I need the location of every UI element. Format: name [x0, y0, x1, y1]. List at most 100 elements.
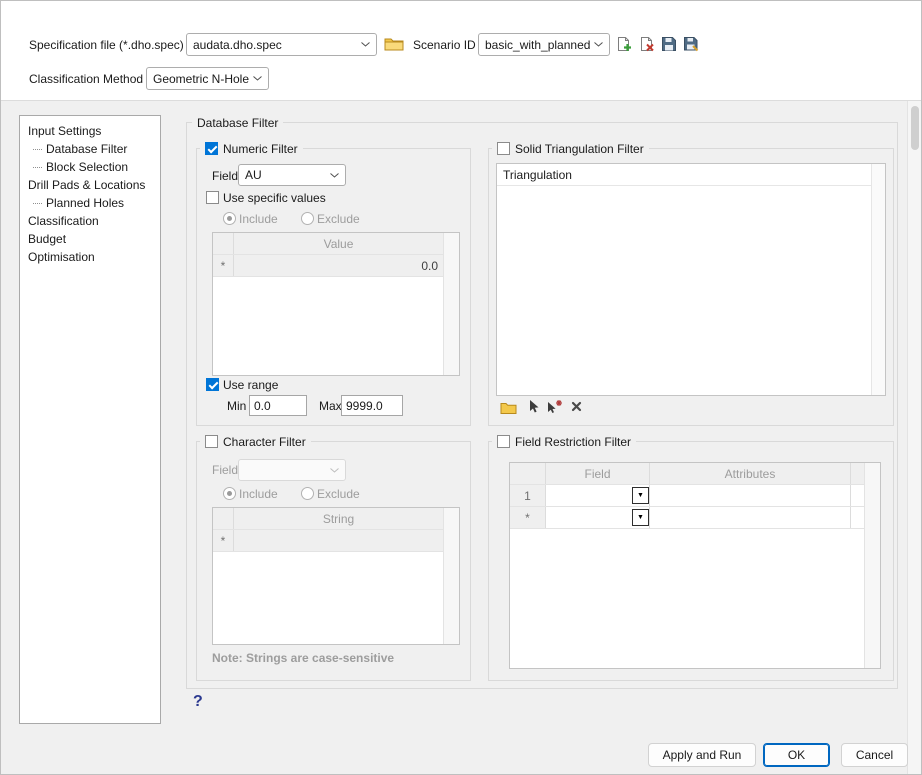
- table-row[interactable]: 1: [510, 485, 864, 507]
- field-restriction-filter-checkbox[interactable]: [497, 435, 510, 448]
- character-field-label: Field: [212, 463, 238, 477]
- numeric-filter-title: Numeric Filter: [200, 141, 303, 156]
- scrollbar-thumb[interactable]: [911, 106, 919, 150]
- triangulation-list-body[interactable]: [497, 186, 871, 395]
- table-scrollbar[interactable]: [864, 463, 880, 668]
- numeric-values-table: Value * 0.0: [212, 232, 460, 376]
- value-cell[interactable]: 0.0: [234, 255, 443, 276]
- cancel-button[interactable]: Cancel: [841, 743, 908, 767]
- numeric-values-header-row: Value: [213, 233, 443, 255]
- solid-triangulation-filter-label: Solid Triangulation Filter: [515, 142, 644, 156]
- corner-cell: [213, 508, 234, 529]
- load-triangulation-button[interactable]: [498, 400, 518, 416]
- character-filter-label: Character Filter: [223, 435, 306, 449]
- min-input[interactable]: [249, 395, 307, 416]
- chevron-down-icon: [361, 42, 370, 47]
- character-include-label: Include: [239, 487, 278, 501]
- character-exclude-label: Exclude: [317, 487, 360, 501]
- use-range-checkbox[interactable]: [206, 378, 219, 391]
- field-cell[interactable]: [546, 507, 650, 528]
- sidebar-item-input-settings[interactable]: Input Settings: [20, 122, 160, 140]
- field-restriction-filter-title: Field Restriction Filter: [492, 434, 636, 449]
- attributes-column-header: Attributes: [650, 463, 851, 484]
- select-triangulation-button[interactable]: [527, 398, 541, 415]
- case-sensitive-note: Note: Strings are case-sensitive: [212, 651, 394, 665]
- solid-triangulation-filter-checkbox[interactable]: [497, 142, 510, 155]
- dropdown-arrow-icon[interactable]: [632, 509, 649, 526]
- max-input[interactable]: [341, 395, 403, 416]
- use-specific-values-checkbox[interactable]: [206, 191, 219, 204]
- save-as-icon: [683, 36, 699, 52]
- character-include-radio[interactable]: [223, 487, 236, 500]
- new-scenario-button[interactable]: [613, 34, 633, 54]
- attributes-cell[interactable]: [650, 485, 851, 506]
- use-specific-values-label: Use specific values: [223, 191, 326, 205]
- help-link[interactable]: ?: [193, 693, 203, 711]
- vertical-scrollbar[interactable]: [907, 101, 922, 775]
- chevron-down-icon: [330, 173, 339, 178]
- scenario-id-combobox[interactable]: basic_with_plannedH: [478, 33, 610, 56]
- row-header-cell: *: [213, 530, 234, 551]
- remove-triangulation-button[interactable]: [570, 400, 583, 413]
- apply-and-run-button[interactable]: Apply and Run: [648, 743, 756, 767]
- classification-method-label: Classification Method: [29, 72, 143, 86]
- spec-file-value: audata.dho.spec: [193, 38, 282, 52]
- dropdown-arrow-icon[interactable]: [632, 487, 649, 504]
- value-column-header: Value: [234, 233, 443, 254]
- corner-cell: [510, 463, 546, 484]
- save-scenario-button[interactable]: [659, 34, 679, 54]
- field-column-header: Field: [546, 463, 650, 484]
- character-exclude-radio[interactable]: [301, 487, 314, 500]
- table-scrollbar[interactable]: [443, 508, 459, 644]
- numeric-filter-label: Numeric Filter: [223, 142, 298, 156]
- sidebar-item-drill-pads-locations[interactable]: Drill Pads & Locations: [20, 176, 160, 194]
- solid-triangulation-filter-title: Solid Triangulation Filter: [492, 141, 649, 156]
- sidebar-item-classification[interactable]: Classification: [20, 212, 160, 230]
- table-empty-area: [213, 277, 443, 375]
- character-filter-checkbox[interactable]: [205, 435, 218, 448]
- spec-file-combobox[interactable]: audata.dho.spec: [186, 33, 377, 56]
- table-row[interactable]: * 0.0: [213, 255, 443, 277]
- attributes-cell[interactable]: [650, 507, 851, 528]
- sidebar-item-planned-holes[interactable]: Planned Holes: [20, 194, 160, 212]
- select-new-triangulation-button[interactable]: [546, 398, 564, 415]
- numeric-exclude-radio[interactable]: [301, 212, 314, 225]
- min-label: Min: [227, 399, 246, 413]
- character-strings-header-row: String: [213, 508, 443, 530]
- open-folder-icon: [500, 401, 517, 415]
- table-scrollbar[interactable]: [443, 233, 459, 375]
- field-restriction-filter-label: Field Restriction Filter: [515, 435, 631, 449]
- classification-method-combobox[interactable]: Geometric N-Hole: [146, 67, 269, 90]
- restriction-header-row: Field Attributes: [510, 463, 864, 485]
- character-field-combobox[interactable]: [238, 459, 346, 481]
- string-cell[interactable]: [234, 530, 443, 551]
- table-empty-area: [213, 552, 443, 644]
- sidebar-item-database-filter[interactable]: Database Filter: [20, 140, 160, 158]
- triangulation-list[interactable]: Triangulation: [496, 163, 886, 396]
- sidebar-item-optimisation[interactable]: Optimisation: [20, 248, 160, 266]
- table-row[interactable]: *: [510, 507, 864, 529]
- ok-button[interactable]: OK: [763, 743, 830, 767]
- sidebar-item-block-selection[interactable]: Block Selection: [20, 158, 160, 176]
- numeric-field-combobox[interactable]: AU: [238, 164, 346, 186]
- drillhole-optimiser-dialog: Specification file (*.dho.spec) audata.d…: [0, 0, 922, 775]
- chevron-down-icon: [330, 468, 339, 473]
- settings-tree: Input Settings Database Filter Block Sel…: [19, 115, 161, 724]
- browse-spec-file-button[interactable]: [383, 34, 405, 54]
- delete-scenario-icon: [638, 36, 655, 53]
- chevron-down-icon: [594, 42, 603, 47]
- table-row[interactable]: *: [213, 530, 443, 552]
- select-pointer-icon: [528, 399, 540, 414]
- numeric-include-radio[interactable]: [223, 212, 236, 225]
- numeric-filter-checkbox[interactable]: [205, 142, 218, 155]
- sidebar-item-budget[interactable]: Budget: [20, 230, 160, 248]
- delete-scenario-button[interactable]: [636, 34, 656, 54]
- field-cell[interactable]: [546, 485, 650, 506]
- use-range-label: Use range: [223, 378, 278, 392]
- list-scrollbar[interactable]: [871, 164, 885, 395]
- numeric-exclude-label: Exclude: [317, 212, 360, 226]
- string-column-header: String: [234, 508, 443, 529]
- chevron-down-icon: [253, 76, 262, 81]
- spec-file-label: Specification file (*.dho.spec): [29, 38, 184, 52]
- save-scenario-as-button[interactable]: [681, 34, 701, 54]
